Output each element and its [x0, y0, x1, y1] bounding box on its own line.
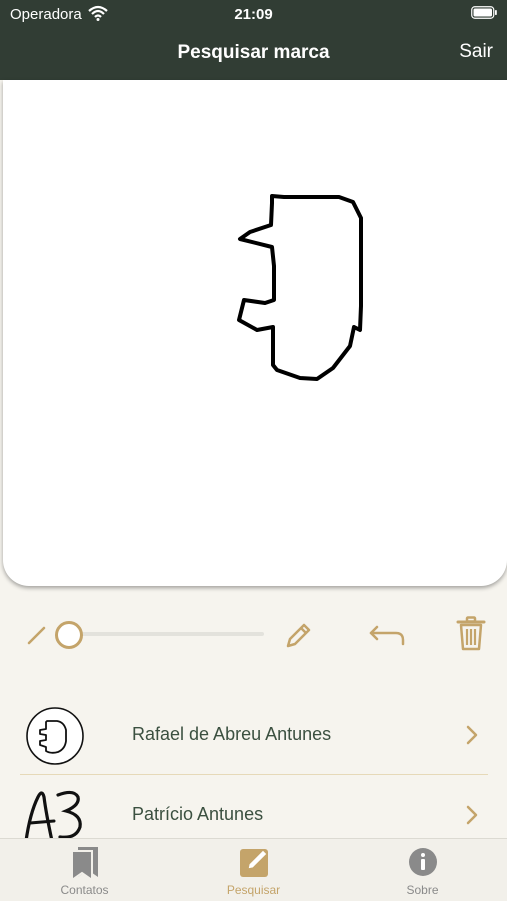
- chevron-right-icon: [466, 805, 478, 825]
- tab-label: Pesquisar: [226, 883, 281, 897]
- navigation-bar: Pesquisar marca Sair: [0, 28, 507, 80]
- chevron-right-icon: [466, 725, 478, 745]
- list-divider: [20, 774, 488, 775]
- pencil-icon[interactable]: [284, 620, 314, 650]
- page-title: Pesquisar marca: [177, 42, 330, 63]
- status-bar: Operadora 21:09: [0, 0, 507, 28]
- trash-icon[interactable]: [456, 616, 486, 652]
- edit-icon: [240, 849, 268, 877]
- tab-label: Sobre: [406, 883, 439, 897]
- tab-contatos[interactable]: Contatos: [0, 839, 169, 901]
- undo-icon[interactable]: [368, 622, 406, 648]
- result-name: Rafael de Abreu Antunes: [132, 724, 332, 744]
- battery-icon: [471, 6, 497, 19]
- tab-pesquisar[interactable]: Pesquisar: [169, 839, 338, 901]
- result-name: Patrício Antunes: [132, 804, 264, 824]
- clock: 21:09: [234, 6, 273, 23]
- info-icon: [409, 848, 437, 876]
- tab-label: Contatos: [60, 883, 109, 897]
- signature-thumbnail: [26, 707, 84, 765]
- bookmarks-icon: [71, 847, 98, 881]
- brush-size-slider[interactable]: [68, 632, 264, 636]
- brush-size-slider-thumb[interactable]: [55, 621, 83, 649]
- tab-bar: Contatos Pesquisar Sobre: [0, 838, 507, 901]
- thin-pencil-icon[interactable]: [26, 624, 48, 646]
- list-item[interactable]: Rafael de Abreu Antunes: [20, 695, 488, 775]
- drawing-toolbar: [0, 610, 507, 660]
- drawing-canvas[interactable]: [3, 80, 507, 586]
- tab-sobre[interactable]: Sobre: [338, 839, 507, 901]
- exit-button[interactable]: Sair: [459, 41, 493, 63]
- sketch-drawing: [237, 194, 363, 381]
